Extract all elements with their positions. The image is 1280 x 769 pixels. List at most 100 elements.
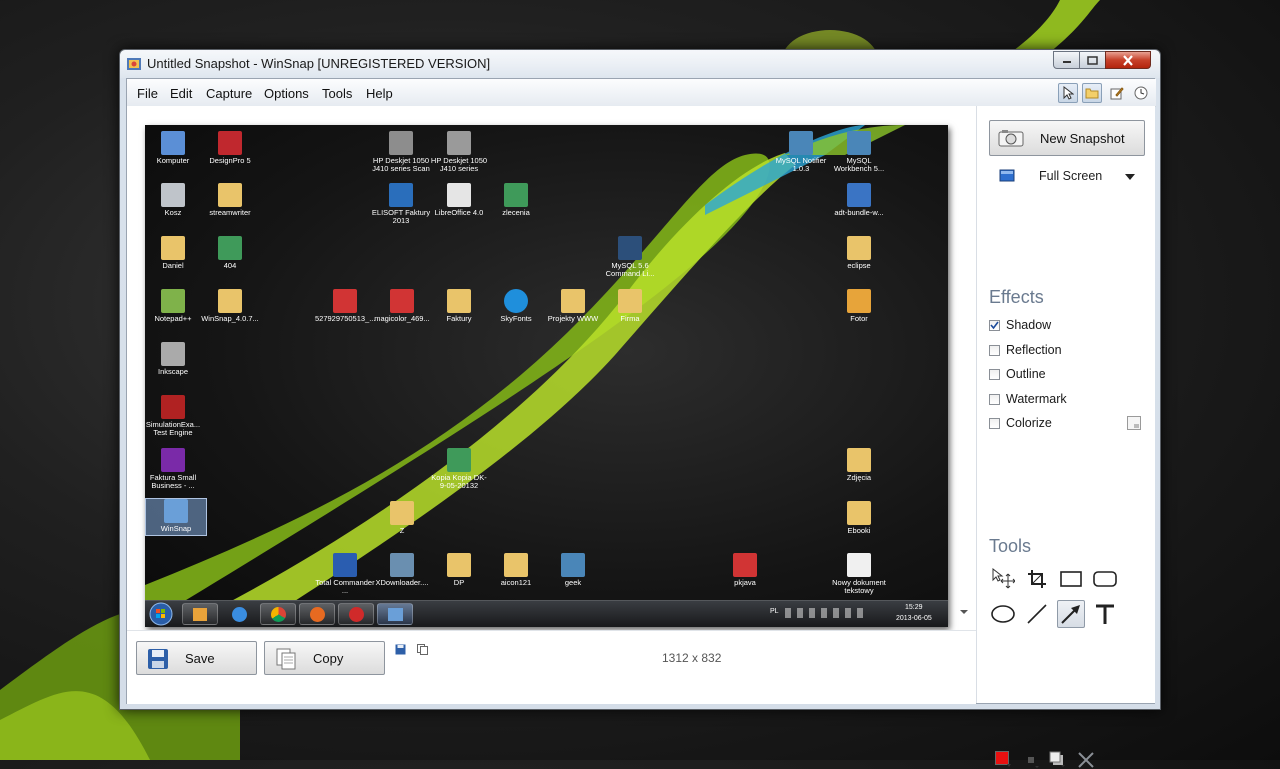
desktop-icon[interactable]: Notepad++ <box>145 289 203 323</box>
outline-checkbox[interactable] <box>989 368 1000 380</box>
start-orb-icon[interactable] <box>149 602 173 626</box>
line-tool[interactable] <box>1023 600 1051 628</box>
desktop-icon[interactable]: Kopia Kopia DK-9-05-20132 <box>429 448 489 490</box>
taskbar-firefox[interactable] <box>299 603 335 625</box>
text-tool[interactable] <box>1091 600 1119 628</box>
colorize-checkbox-row[interactable]: Colorize <box>989 414 1052 432</box>
colorize-checkbox[interactable] <box>989 417 1000 429</box>
taskbar-chrome[interactable] <box>260 603 296 625</box>
desktop-icon[interactable]: Zdjęcia <box>829 448 889 482</box>
desktop-icon[interactable]: pkjava <box>715 553 775 587</box>
desktop-icon[interactable]: Firma <box>600 289 660 323</box>
clear-annotations-icon[interactable] <box>1077 751 1095 769</box>
color-swatch[interactable] <box>995 751 1009 765</box>
snapshot-image[interactable]: Komputer DesignPro 5 HP Deskjet 1050 J41… <box>145 125 948 627</box>
desktop-icon[interactable]: XDownloader.... <box>372 553 432 587</box>
desktop-icon[interactable]: 404 <box>200 236 260 270</box>
desktop-icon[interactable]: eclipse <box>829 236 889 270</box>
desktop-icon[interactable]: zlecenia <box>486 183 546 217</box>
maximize-button[interactable] <box>1079 51 1106 69</box>
desktop-icon[interactable]: SimulationExa... Test Engine <box>145 395 203 437</box>
desktop-icon[interactable]: streamwriter <box>200 183 260 217</box>
menu-file[interactable]: File <box>137 86 158 101</box>
desktop-icon[interactable]: HP Deskjet 1050 J410 series <box>429 131 489 173</box>
canvas-dropdown-arrow-icon[interactable] <box>959 609 969 615</box>
desktop-icon[interactable]: MySQL 5.6 Command Li... <box>600 236 660 278</box>
reflection-checkbox-row[interactable]: Reflection <box>989 341 1062 359</box>
taskbar-outlook[interactable] <box>182 603 218 625</box>
shadow-style-icon[interactable] <box>1049 751 1067 769</box>
desktop-icon[interactable]: SkyFonts <box>486 289 546 323</box>
desktop-icon[interactable]: DesignPro 5 <box>200 131 260 165</box>
watermark-checkbox-row[interactable]: Watermark <box>989 390 1067 408</box>
desktop-icon[interactable]: LibreOffice 4.0 <box>429 183 489 217</box>
folder-view-button[interactable] <box>1082 83 1102 103</box>
snapshot-canvas[interactable]: Komputer DesignPro 5 HP Deskjet 1050 J41… <box>127 106 976 630</box>
save-label: Save <box>185 651 215 666</box>
desktop-icon[interactable]: WinSnap_4.0.7... <box>200 289 260 323</box>
desktop-icon[interactable]: Komputer <box>145 131 203 165</box>
save-small-icon[interactable] <box>395 644 406 655</box>
desktop-icon[interactable]: Daniel <box>145 236 203 270</box>
copy-small-icon[interactable] <box>417 644 428 655</box>
desktop-icon[interactable]: Faktury <box>429 289 489 323</box>
outline-checkbox-row[interactable]: Outline <box>989 365 1046 383</box>
desktop-icon[interactable]: Kosz <box>145 183 203 217</box>
colorize-options-icon[interactable] <box>1127 416 1141 430</box>
desktop-icon[interactable]: Ebooki <box>829 501 889 535</box>
watermark-checkbox[interactable] <box>989 393 1000 405</box>
edit-button[interactable] <box>1107 83 1127 103</box>
close-button[interactable] <box>1105 51 1151 69</box>
shadow-checkbox-row[interactable]: Shadow <box>989 316 1051 334</box>
copy-button[interactable]: Copy <box>264 641 385 675</box>
history-button[interactable] <box>1131 83 1151 103</box>
arrow-tool[interactable] <box>1057 600 1085 628</box>
ellipse-tool[interactable] <box>989 600 1017 628</box>
desktop-icon[interactable]: Total Commander ... <box>315 553 375 595</box>
crop-tool[interactable] <box>1023 565 1051 593</box>
desktop-icon[interactable]: DP <box>429 553 489 587</box>
new-snapshot-button[interactable]: New Snapshot <box>989 120 1145 156</box>
save-button[interactable]: Save <box>136 641 257 675</box>
desktop-icon-selected[interactable]: WinSnap <box>145 498 207 536</box>
desktop-icon[interactable]: 527929750513_... <box>315 289 375 323</box>
desktop-icon[interactable]: Fotor <box>829 289 889 323</box>
desktop-icon[interactable]: ELISOFT Faktury 2013 <box>371 183 431 225</box>
shadow-label: Shadow <box>1006 318 1052 332</box>
desktop-icon[interactable]: MySQL Notifier 1.0.3 <box>771 131 831 173</box>
color-dropdown-icon[interactable] <box>1007 764 1011 767</box>
menu-options[interactable]: Options <box>264 86 309 101</box>
reflection-checkbox[interactable] <box>989 344 1000 356</box>
taskbar-ie[interactable] <box>221 603 257 625</box>
desktop-icon[interactable]: adt-bundle-w... <box>829 183 889 217</box>
tray-language[interactable]: PL <box>770 608 779 615</box>
desktop-icon[interactable]: Inkscape <box>145 342 203 376</box>
menu-help[interactable]: Help <box>366 86 393 101</box>
tray-icons[interactable] <box>785 608 865 618</box>
desktop-icon[interactable]: Nowy dokument tekstowy <box>829 553 889 595</box>
minimize-button[interactable] <box>1053 51 1080 69</box>
rectangle-tool[interactable] <box>1057 565 1085 593</box>
desktop-icon[interactable]: geek <box>543 553 603 587</box>
capture-mode-select[interactable]: Full Screen <box>989 164 1145 188</box>
move-tool[interactable] <box>989 565 1017 593</box>
taskbar-app[interactable] <box>338 603 374 625</box>
desktop-icon[interactable]: aicon121 <box>486 553 546 587</box>
pointer-mode-button[interactable] <box>1058 83 1078 103</box>
title-bar[interactable]: Untitled Snapshot - WinSnap [UNREGISTERE… <box>120 50 1160 78</box>
watermark-label: Watermark <box>1006 392 1067 406</box>
rounded-rectangle-tool[interactable] <box>1091 565 1119 593</box>
desktop-icon[interactable]: magicolor_469... <box>372 289 432 323</box>
desktop-icon[interactable]: MySQL Workbench 5... <box>829 131 889 173</box>
menu-tools[interactable]: Tools <box>322 86 352 101</box>
menu-capture[interactable]: Capture <box>206 86 252 101</box>
menu-edit[interactable]: Edit <box>170 86 192 101</box>
shadow-checkbox[interactable] <box>989 319 1000 331</box>
desktop-icon[interactable]: Z <box>372 501 432 535</box>
taskbar-winsnap[interactable] <box>377 603 413 625</box>
desktop-icon[interactable]: HP Deskjet 1050 J410 series Scan <box>371 131 431 173</box>
desktop-icon[interactable]: Faktura Small Business - ... <box>145 448 203 490</box>
line-width-icon[interactable] <box>1025 754 1039 768</box>
desktop-icon[interactable]: Projekty WWW <box>543 289 603 323</box>
arrow-icon <box>1061 605 1080 624</box>
